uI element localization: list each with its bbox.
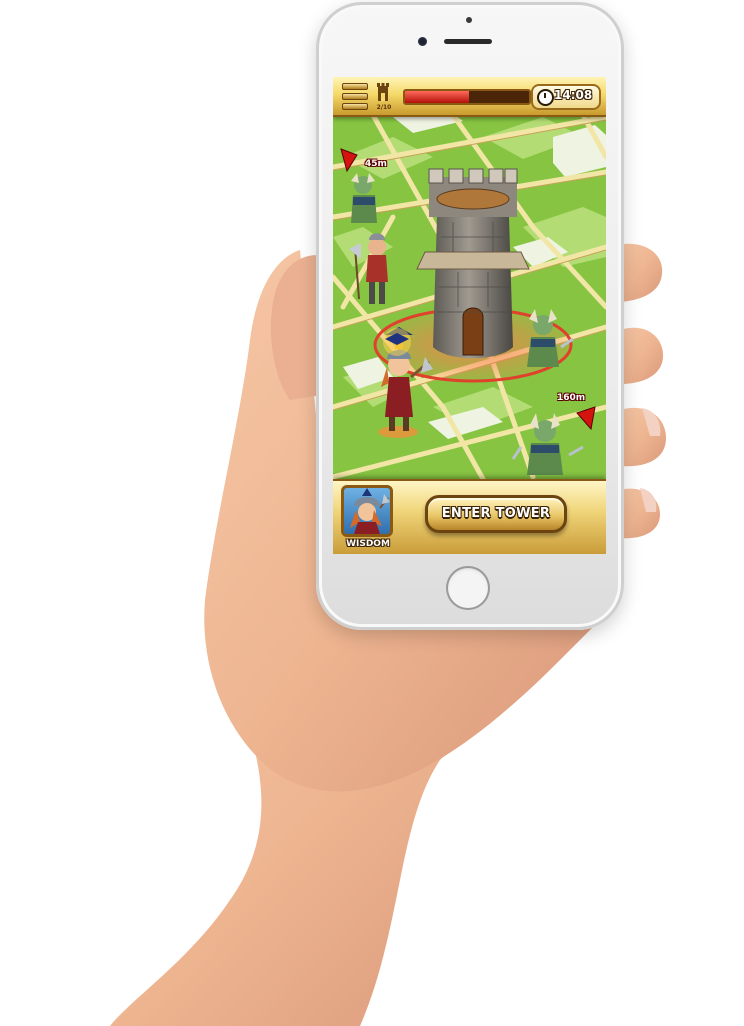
proximity-sensor <box>466 17 472 23</box>
menu-icon[interactable] <box>342 83 368 110</box>
enter-tower-button[interactable]: ENTER TOWER <box>425 495 567 533</box>
marker-distance: 160m <box>557 393 586 403</box>
home-button[interactable] <box>446 566 490 610</box>
top-hud: 2/10 14:08 <box>333 77 606 117</box>
bottom-panel: WISDOM ENTER TOWER <box>333 479 606 554</box>
game-screen[interactable]: 45m 160m 2/10 14:08 WISDOM ENTER TOWER <box>333 77 606 554</box>
marker-distance: 45m <box>365 159 387 169</box>
hero-portrait[interactable] <box>341 485 393 537</box>
tower-icon <box>377 83 389 101</box>
timer-text: 14:08 <box>554 88 593 102</box>
earpiece-speaker <box>444 39 492 44</box>
front-camera-icon <box>418 37 427 46</box>
stone-tower[interactable] <box>416 168 530 359</box>
health-bar-fill <box>405 91 470 103</box>
health-bar <box>403 89 531 105</box>
enter-tower-label: ENTER TOWER <box>441 506 551 521</box>
clock-icon <box>537 89 554 106</box>
graduation-cap-icon <box>383 328 411 356</box>
timer: 14:08 <box>531 84 601 110</box>
tower-count: 2/10 <box>376 104 392 111</box>
hero-name-label: WISDOM <box>346 539 390 549</box>
horned-orc[interactable] <box>351 173 377 223</box>
hero-portrait-image <box>350 488 390 534</box>
